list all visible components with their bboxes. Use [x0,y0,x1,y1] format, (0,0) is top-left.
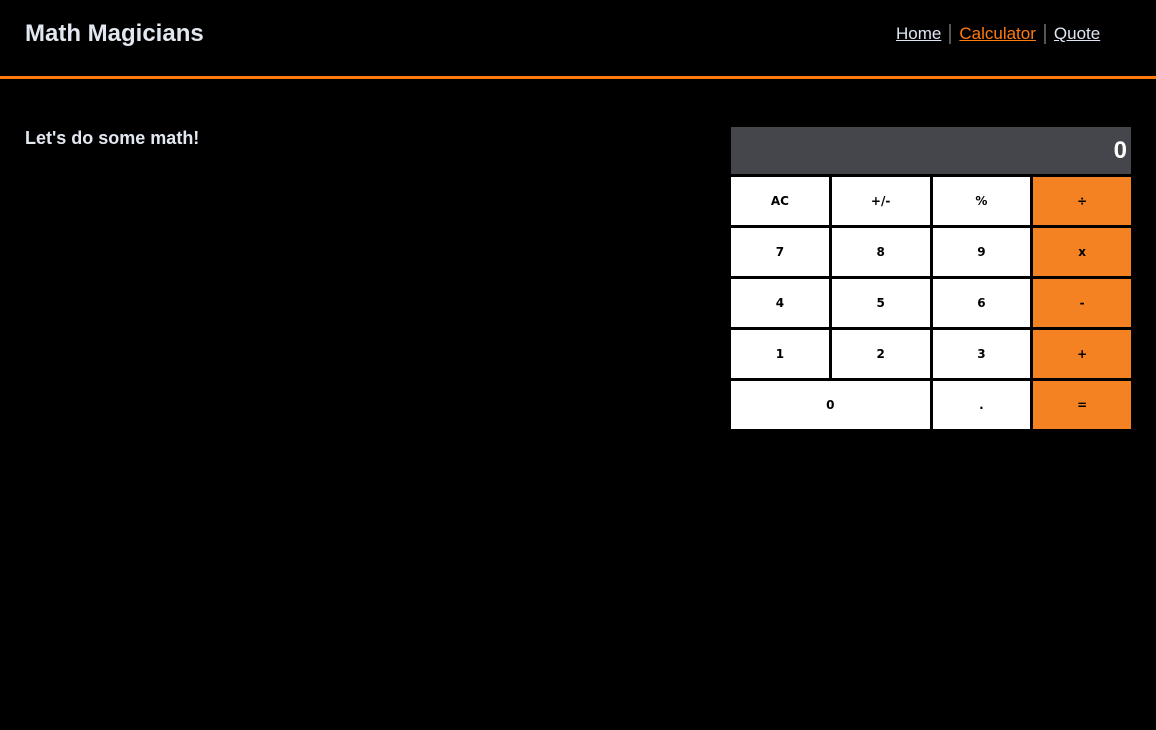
calc-button-7[interactable]: 7 [731,228,829,276]
calc-button-9[interactable]: 9 [932,228,1031,276]
nav-home[interactable]: Home [896,24,941,44]
page-heading: Let's do some math! [25,128,200,148]
calc-button-4[interactable]: 4 [731,279,829,327]
calc-button-3[interactable]: 3 [932,330,1031,378]
calc-button-toggle-sign[interactable]: +/- [831,177,930,225]
calc-button-multiply[interactable]: x [1033,228,1131,276]
calc-button-clear[interactable]: AC [731,177,829,225]
calc-button-equals[interactable]: = [1033,381,1131,429]
calc-button-1[interactable]: 1 [731,330,829,378]
calc-button-5[interactable]: 5 [831,279,930,327]
calc-button-divide[interactable]: ÷ [1033,177,1131,225]
app-title: Math Magicians [25,20,204,47]
calc-button-add[interactable]: + [1033,330,1131,378]
nav-quote[interactable]: Quote [1054,24,1100,44]
nav-divider [1043,24,1046,44]
nav-divider [949,24,952,44]
header: Math Magicians Home Calculator Quote [0,0,1156,79]
calc-button-percent[interactable]: % [932,177,1031,225]
calc-button-2[interactable]: 2 [831,330,930,378]
calculator-keypad: AC +/-% ÷ 7 8 9 x 4 5 6- 1 2 3 +0. = [731,177,1131,429]
calc-button-6[interactable]: 6 [932,279,1031,327]
nav-calculator[interactable]: Calculator [959,24,1036,44]
main-nav: Home Calculator Quote [896,24,1100,44]
calc-button-decimal[interactable]: . [932,381,1031,429]
calc-button-0[interactable]: 0 [731,381,930,429]
calc-button-subtract[interactable]: - [1033,279,1131,327]
calculator: 0 AC +/-% ÷ 7 8 9 x 4 5 6- 1 2 3 +0. = [731,127,1131,429]
calc-button-8[interactable]: 8 [831,228,930,276]
calculator-display: 0 [731,127,1131,174]
